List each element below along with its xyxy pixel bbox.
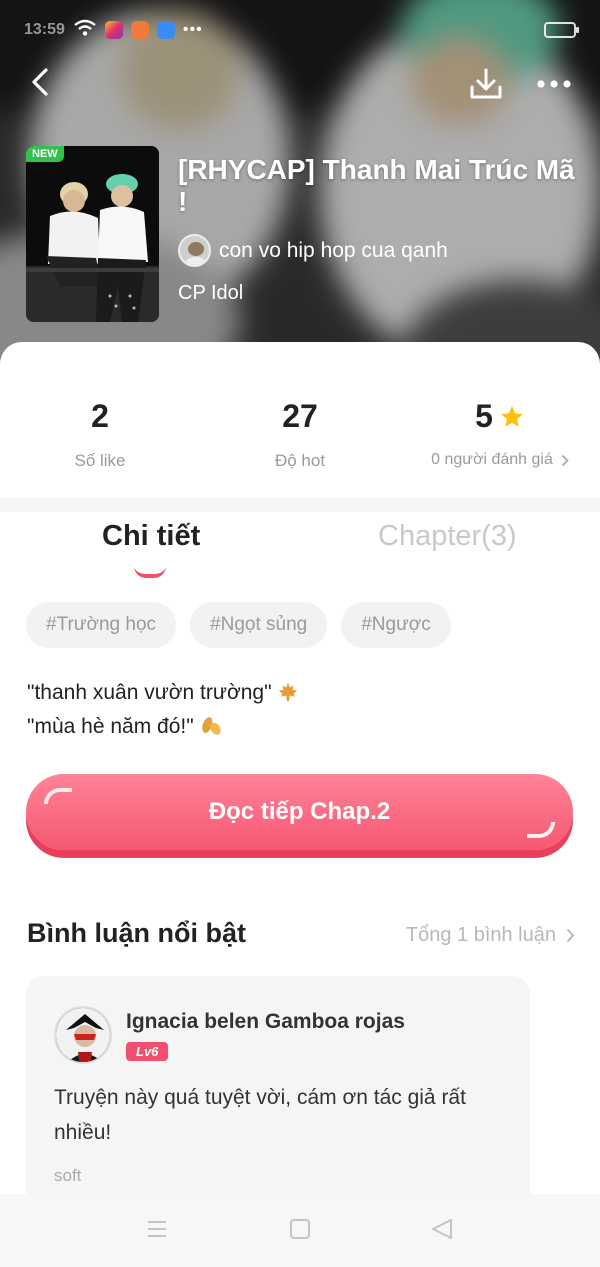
book-cover[interactable]: NEW	[26, 146, 159, 322]
star-icon	[501, 405, 523, 427]
tag-item[interactable]: #Trường học	[26, 602, 177, 648]
leaves-icon	[201, 717, 221, 735]
active-tab-indicator	[134, 566, 166, 578]
battery-icon	[544, 22, 579, 38]
author-name: con vo hip hop cua qanh	[219, 238, 448, 262]
author-link[interactable]: con vo hip hop cua qanh	[178, 234, 448, 267]
comment-card[interactable]: Ignacia belen Gamboa rojas Lv6 Truyện nà…	[26, 976, 530, 1216]
recent-apps-button[interactable]	[146, 1218, 168, 1245]
comments-header: Bình luận nổi bật Tổng 1 bình luận	[27, 916, 575, 956]
content-sheet: 2 Số like 27 Độ hot 5 0 người đánh giá C…	[0, 342, 600, 1267]
hot-label: Độ hot	[274, 451, 326, 470]
commenter-avatar[interactable]	[54, 1006, 112, 1064]
stat-likes: 2 Số like	[0, 398, 200, 471]
tag-list: #Trường học #Ngọt sủng #Ngược	[26, 602, 451, 648]
likes-label: Số like	[74, 451, 126, 470]
gallery-app-icon	[130, 21, 149, 39]
comment-meta: soft	[54, 1166, 82, 1185]
section-divider	[0, 498, 600, 512]
hot-count: 27	[282, 398, 318, 434]
status-time: 13:59	[24, 21, 65, 38]
stat-rating[interactable]: 5 0 người đánh giá	[400, 398, 600, 469]
wifi-icon	[73, 19, 97, 42]
back-triangle-icon	[432, 1219, 452, 1239]
more-dots-icon	[537, 80, 571, 88]
maple-leaf-icon	[279, 682, 298, 702]
rating-value: 5	[475, 398, 493, 434]
cover-image	[26, 146, 159, 322]
tab-chapters[interactable]: Chapter(3)	[378, 520, 517, 553]
menu-lines-icon	[148, 1221, 166, 1237]
comment-text: Truyện này quá tuyệt vời, cám ơn tác giả…	[54, 1086, 466, 1144]
tab-details[interactable]: Chi tiết	[102, 520, 200, 553]
tag-item[interactable]: #Ngọt sủng	[190, 602, 328, 648]
description-line-2: "mùa hè năm đó!"	[27, 715, 194, 738]
tab-bar: Chi tiết Chapter(3)	[0, 520, 600, 584]
back-arrow-icon	[32, 68, 48, 96]
book-header: 13:59 ••• NEW [RHYCAP] Thanh Mai Trúc Mã…	[0, 0, 600, 380]
all-comments-link[interactable]: Tổng 1 bình luận	[406, 924, 575, 947]
author-avatar	[178, 234, 211, 267]
likes-count: 2	[91, 398, 109, 434]
messenger-app-icon	[156, 21, 175, 39]
commenter-name[interactable]: Ignacia belen Gamboa rojas	[126, 1010, 405, 1034]
book-title: [RHYCAP] Thanh Mai Trúc Mã !	[178, 154, 575, 217]
more-notifications-icon: •••	[182, 21, 203, 38]
instagram-app-icon	[104, 21, 123, 39]
new-badge: NEW	[26, 146, 64, 162]
genre-label: CP Idol	[178, 282, 244, 304]
system-back-button[interactable]	[430, 1218, 454, 1245]
stats-row: 2 Số like 27 Độ hot 5 0 người đánh giá	[0, 398, 600, 498]
system-navigation-bar	[0, 1194, 600, 1267]
level-badge: Lv6	[126, 1042, 169, 1061]
download-icon	[470, 68, 502, 99]
book-description: "thanh xuân vườn trường" "mùa hè năm đó!…	[27, 676, 299, 744]
continue-reading-label: Đọc tiếp Chap.2	[208, 798, 391, 825]
rating-count-label: 0 người đánh giá	[431, 451, 553, 468]
more-options-button[interactable]	[530, 64, 578, 104]
continue-reading-button[interactable]: Đọc tiếp Chap.2	[26, 774, 573, 858]
home-button[interactable]	[289, 1218, 311, 1245]
tag-item[interactable]: #Ngược	[341, 602, 451, 648]
status-bar: 13:59 •••	[0, 0, 600, 60]
back-button[interactable]	[20, 62, 60, 102]
home-square-icon	[290, 1219, 310, 1239]
chevron-right-icon	[566, 928, 575, 943]
download-button[interactable]	[466, 64, 506, 104]
comments-total-label: Tổng 1 bình luận	[405, 924, 556, 946]
stat-hot: 27 Độ hot	[200, 398, 400, 471]
comments-title: Bình luận nổi bật	[27, 918, 246, 948]
chevron-right-icon	[561, 454, 569, 466]
description-line-1: "thanh xuân vườn trường"	[27, 681, 272, 704]
